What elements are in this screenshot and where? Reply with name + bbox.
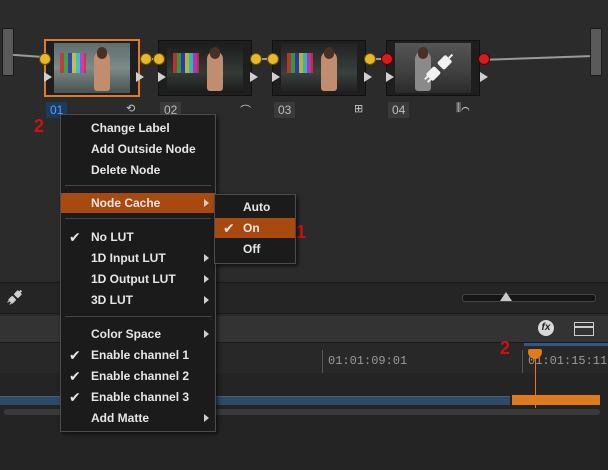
node-input-rail — [2, 28, 14, 76]
submenu-item-off[interactable]: Off — [215, 239, 295, 259]
timeline-view-icon[interactable] — [574, 322, 594, 336]
menu-separator — [65, 185, 211, 186]
node-output-triangle[interactable] — [364, 72, 372, 82]
menu-separator — [65, 316, 211, 317]
disabled-node-plug-icon — [424, 53, 454, 83]
hue-curve-tool-icon: ⫼⌒ — [456, 102, 470, 114]
menu-item-1d-output-lut[interactable]: 1D Output LUT — [61, 269, 215, 289]
curve-tool-icon: ⌒ — [240, 105, 251, 117]
menu-item-color-space[interactable]: Color Space — [61, 324, 215, 344]
node-label-04[interactable]: 04 — [388, 102, 410, 118]
node-input-triangle[interactable] — [272, 72, 280, 82]
fx-icon[interactable]: fx — [538, 320, 554, 336]
checkmark-icon: ✔ — [69, 347, 81, 363]
node-output-triangle[interactable] — [250, 72, 258, 82]
checkmark-icon: ✔ — [69, 229, 81, 245]
node-output-rail — [590, 28, 602, 76]
node-cache-submenu: Auto ✔ On Off — [214, 194, 296, 264]
node-output-triangle[interactable] — [136, 72, 144, 82]
node-thumbnail — [281, 43, 357, 93]
node-input-port[interactable] — [267, 53, 279, 65]
node-output-port[interactable] — [478, 53, 490, 65]
node-label-03[interactable]: 03 — [274, 102, 296, 118]
node-zoom-slider-track[interactable] — [462, 294, 596, 302]
checkmark-icon: ✔ — [69, 389, 81, 405]
node-02[interactable] — [158, 40, 252, 96]
submenu-arrow-icon — [204, 275, 209, 283]
menu-item-node-cache[interactable]: Node Cache — [61, 193, 215, 213]
annotation-marker-1: 1 — [296, 222, 307, 242]
node-input-triangle[interactable] — [386, 72, 394, 82]
plug-icon[interactable] — [6, 288, 24, 306]
node-input-port[interactable] — [153, 53, 165, 65]
checkmark-icon: ✔ — [223, 220, 235, 236]
menu-item-add-matte[interactable]: Add Matte — [61, 408, 215, 428]
checkmark-icon: ✔ — [69, 368, 81, 384]
playhead-line — [535, 358, 536, 408]
node-input-port[interactable] — [39, 53, 51, 65]
timecode-label: 01:01:09:01 — [328, 354, 408, 368]
menu-item-enable-channel-2[interactable]: ✔ Enable channel 2 — [61, 366, 215, 386]
menu-item-3d-lut[interactable]: 3D LUT — [61, 290, 215, 310]
node-zoom-slider-thumb[interactable] — [500, 292, 512, 301]
menu-item-change-label[interactable]: Change Label — [61, 118, 215, 138]
node-input-triangle[interactable] — [158, 72, 166, 82]
render-range-bar — [524, 343, 608, 346]
node-input-triangle[interactable] — [44, 72, 52, 82]
node-input-port[interactable] — [364, 53, 376, 65]
node-output-triangle[interactable] — [480, 72, 488, 82]
menu-item-no-lut[interactable]: ✔ No LUT — [61, 227, 215, 247]
window-tool-icon: ⊞ — [354, 103, 364, 115]
submenu-arrow-icon — [204, 296, 209, 304]
menu-item-1d-input-lut[interactable]: 1D Input LUT — [61, 248, 215, 268]
menu-item-enable-channel-3[interactable]: ✔ Enable channel 3 — [61, 387, 215, 407]
submenu-arrow-icon — [204, 330, 209, 338]
node-key-input-port[interactable] — [381, 53, 393, 65]
menu-item-add-outside-node[interactable]: Add Outside Node — [61, 139, 215, 159]
node-output-port[interactable] — [140, 53, 152, 65]
menu-separator — [65, 218, 211, 219]
node-thumbnail — [54, 43, 130, 93]
node-04[interactable] — [386, 40, 480, 96]
node-thumbnail — [167, 43, 243, 93]
menu-item-delete-node[interactable]: Delete Node — [61, 160, 215, 180]
node-03[interactable] — [272, 40, 366, 96]
submenu-item-on[interactable]: ✔ On — [215, 218, 295, 238]
annotation-marker-2: 2 — [500, 338, 511, 358]
menu-item-enable-channel-1[interactable]: ✔ Enable channel 1 — [61, 345, 215, 365]
timeline-clip-selected[interactable] — [512, 395, 600, 405]
submenu-item-auto[interactable]: Auto — [215, 197, 295, 217]
submenu-arrow-icon — [204, 254, 209, 262]
node-context-menu: Change Label Add Outside Node Delete Nod… — [60, 114, 216, 432]
node-01[interactable] — [44, 39, 140, 97]
submenu-arrow-icon — [204, 414, 209, 422]
node-output-port[interactable] — [250, 53, 262, 65]
annotation-marker-2: 2 — [34, 116, 45, 136]
submenu-arrow-icon — [204, 199, 209, 207]
